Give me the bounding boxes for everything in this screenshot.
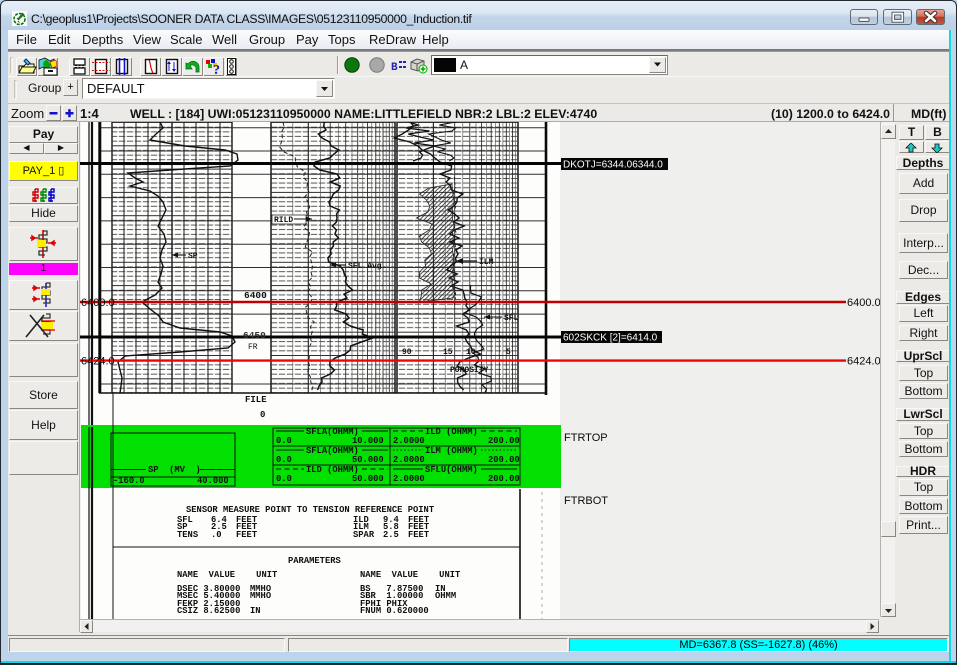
svg-text:ILM: ILM xyxy=(479,258,494,267)
svg-text:DKOTJ=6344.06344.0: DKOTJ=6344.06344.0 xyxy=(563,160,663,171)
svg-text:B: B xyxy=(391,62,398,74)
svg-text:NAME VALUE UNIT: NAME VALUE UNIT xyxy=(177,570,278,580)
svg-text:ILM (OHMM): ILM (OHMM) xyxy=(425,446,478,456)
svg-text:ILD (OHMM): ILD (OHMM) xyxy=(306,465,359,475)
svg-text:.0: .0 xyxy=(211,530,222,540)
svg-text:-160.0: -160.0 xyxy=(113,476,145,486)
svg-text:SPAR: SPAR xyxy=(353,530,375,540)
svg-text:2.0000: 2.0000 xyxy=(393,436,425,446)
svg-text:6400.0: 6400.0 xyxy=(847,297,880,309)
svg-text:FTRTOP: FTRTOP xyxy=(564,432,608,444)
svg-text:200.00: 200.00 xyxy=(488,474,520,484)
svg-text:?: ? xyxy=(213,63,220,76)
svg-text:6400.0: 6400.0 xyxy=(81,297,115,309)
svg-text:6424.0: 6424.0 xyxy=(81,356,115,368)
svg-text:SP (MV ): SP (MV ) xyxy=(148,465,201,475)
svg-text:40.000: 40.000 xyxy=(197,476,229,486)
svg-text:200.00: 200.00 xyxy=(488,455,520,465)
svg-text:SFLA(OHMM): SFLA(OHMM) xyxy=(306,446,359,456)
svg-text:A: A xyxy=(460,58,468,72)
svg-text:SP: SP xyxy=(188,252,198,261)
svg-text:50.000: 50.000 xyxy=(352,455,384,465)
svg-text:FEET: FEET xyxy=(236,530,258,540)
svg-text:15: 15 xyxy=(443,348,453,357)
svg-text:5: 5 xyxy=(506,348,511,357)
svg-text:OHMM: OHMM xyxy=(435,591,456,601)
svg-text:2.0000: 2.0000 xyxy=(393,474,425,484)
svg-text:0: 0 xyxy=(260,410,265,420)
svg-text:POROSITY: POROSITY xyxy=(450,366,489,375)
svg-text:SFL: SFL xyxy=(504,314,519,323)
svg-text:90: 90 xyxy=(402,348,412,357)
svg-text:6424.0: 6424.0 xyxy=(847,356,880,368)
svg-text:RILD: RILD xyxy=(274,216,293,225)
svg-text:50.000: 50.000 xyxy=(352,474,384,484)
svg-text:2.5: 2.5 xyxy=(383,530,399,540)
svg-text:SENSOR MEASURE POINT TO TENSIO: SENSOR MEASURE POINT TO TENSION REFERENC… xyxy=(186,505,435,515)
svg-text:PARAMETERS: PARAMETERS xyxy=(288,556,341,566)
svg-text:SFL Avg.: SFL Avg. xyxy=(348,262,386,271)
svg-text:6400: 6400 xyxy=(244,290,267,301)
svg-text:FILE: FILE xyxy=(245,395,267,405)
svg-text:FR: FR xyxy=(248,343,258,352)
svg-text:6450: 6450 xyxy=(243,330,266,341)
svg-text:SFLA(OHMM): SFLA(OHMM) xyxy=(306,427,359,437)
svg-text:FTRBOT: FTRBOT xyxy=(564,495,608,507)
svg-text:TENS: TENS xyxy=(177,530,198,540)
svg-text:10: 10 xyxy=(466,348,476,357)
svg-text:2.0000: 2.0000 xyxy=(393,455,425,465)
svg-text:SFLU(OHMM): SFLU(OHMM) xyxy=(425,465,478,475)
svg-text:0.0: 0.0 xyxy=(276,455,292,465)
svg-text:ILD (OHMM): ILD (OHMM) xyxy=(425,427,478,437)
svg-text:IN: IN xyxy=(250,606,261,616)
svg-text:0.0: 0.0 xyxy=(276,436,292,446)
svg-text:602SKCK [2]=6414.0: 602SKCK [2]=6414.0 xyxy=(563,333,658,344)
svg-text:CSIZ 8.62500: CSIZ 8.62500 xyxy=(177,606,240,616)
svg-text:MMHO: MMHO xyxy=(250,591,271,601)
svg-text:10.000: 10.000 xyxy=(352,436,384,446)
svg-text:FEET: FEET xyxy=(408,530,430,540)
svg-text:0.0: 0.0 xyxy=(276,474,292,484)
svg-text:NAME VALUE UNIT: NAME VALUE UNIT xyxy=(360,570,461,580)
svg-text:200.00: 200.00 xyxy=(488,436,520,446)
svg-text:FNUM 0.620000: FNUM 0.620000 xyxy=(360,606,429,616)
